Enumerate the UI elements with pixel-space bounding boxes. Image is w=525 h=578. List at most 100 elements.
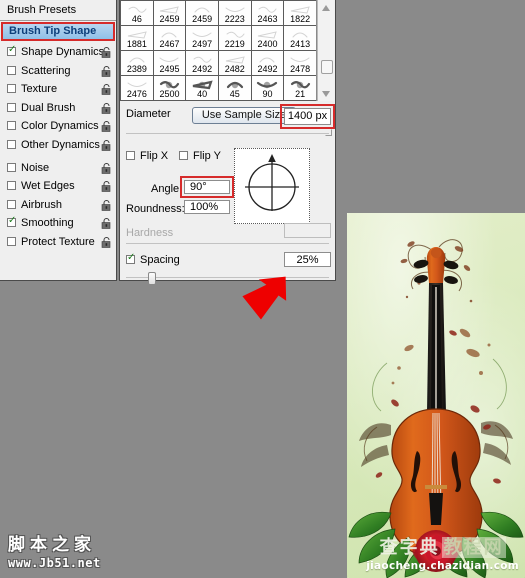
brush-preset-size: 46 bbox=[131, 14, 142, 24]
hardness-label: Hardness bbox=[126, 227, 174, 239]
scrollbar-thumb[interactable] bbox=[321, 60, 333, 74]
brush-preset-cell[interactable]: 46 bbox=[120, 0, 154, 26]
brush-preset-size: 2413 bbox=[290, 39, 311, 49]
lock-icon[interactable] bbox=[101, 139, 112, 151]
brush-preset-cell[interactable]: 2476 bbox=[120, 75, 154, 101]
flip-x-checkbox[interactable] bbox=[126, 151, 135, 160]
brush-preset-cell[interactable]: 45 bbox=[217, 75, 252, 101]
diameter-label: Diameter bbox=[126, 108, 171, 120]
brush-preset-size: 2500 bbox=[159, 89, 180, 99]
checkbox-shape-dynamics[interactable] bbox=[7, 44, 16, 56]
sidebar-item-label: Color Dynamics bbox=[21, 120, 99, 133]
spacing-control[interactable]: Spacing bbox=[126, 252, 180, 266]
brush-grid-row: 1881 2467 2497 2219 2400 2413 bbox=[120, 25, 316, 51]
brush-preset-cell[interactable]: 2495 bbox=[152, 50, 187, 76]
roundness-input[interactable]: 100% bbox=[184, 200, 230, 214]
diameter-slider-track[interactable] bbox=[126, 133, 329, 134]
sidebar-item-smoothing[interactable]: Smoothing bbox=[0, 214, 116, 233]
sidebar-item-shape-dynamics[interactable]: Shape Dynamics bbox=[0, 43, 116, 62]
scroll-down-arrow-icon[interactable] bbox=[318, 86, 335, 101]
lock-icon[interactable] bbox=[101, 84, 112, 95]
sidebar-item-label: Texture bbox=[21, 83, 58, 96]
brush-preset-cell[interactable]: 1822 bbox=[283, 0, 316, 26]
checkbox-wet-edges[interactable] bbox=[7, 181, 16, 191]
watermark-left-cn: 脚本之家 bbox=[8, 535, 96, 555]
brush-preset-size: 45 bbox=[229, 89, 240, 99]
lock-icon[interactable] bbox=[101, 47, 112, 58]
sidebar-item-protect-texture[interactable]: Protect Texture bbox=[0, 233, 116, 252]
lock-icon[interactable] bbox=[101, 199, 112, 211]
checkbox-scattering[interactable] bbox=[7, 65, 16, 75]
brush-preset-cell[interactable]: 2463 bbox=[250, 0, 285, 26]
brush-preset-cell[interactable]: 2500 bbox=[152, 75, 187, 101]
brush-preset-cell[interactable]: 40 bbox=[185, 75, 219, 101]
sidebar-item-scattering[interactable]: Scattering bbox=[0, 62, 116, 81]
lock-icon[interactable] bbox=[101, 65, 112, 77]
checkbox-color-dynamics[interactable] bbox=[7, 121, 16, 131]
resize-corner-icon bbox=[325, 129, 332, 136]
lock-icon[interactable] bbox=[101, 121, 112, 133]
lock-icon[interactable] bbox=[101, 236, 112, 248]
brush-preset-size: 90 bbox=[262, 89, 273, 99]
brush-preset-cell[interactable]: 21 bbox=[283, 75, 316, 101]
spacing-checkbox[interactable] bbox=[126, 252, 135, 264]
sidebar-item-dual-brush[interactable]: Dual Brush bbox=[0, 99, 116, 118]
diameter-input[interactable]: 1400 px bbox=[284, 108, 331, 125]
brush-preset-cell[interactable]: 2413 bbox=[283, 25, 316, 51]
brush-preset-size: 1881 bbox=[126, 39, 147, 49]
angle-dial-icon[interactable] bbox=[235, 149, 309, 223]
checkbox-other-dynamics[interactable] bbox=[7, 139, 16, 149]
lock-icon[interactable] bbox=[101, 218, 112, 230]
spacing-input[interactable]: 25% bbox=[284, 252, 331, 267]
brush-preset-size: 2492 bbox=[192, 64, 213, 74]
brush-preset-cell[interactable]: 2389 bbox=[120, 50, 154, 76]
checkbox-protect-texture[interactable] bbox=[7, 236, 16, 246]
hardness-slider-track bbox=[126, 243, 329, 244]
brush-preset-cell[interactable]: 2459 bbox=[185, 0, 219, 26]
angle-input[interactable]: 90° bbox=[184, 180, 230, 194]
sidebar-item-color-dynamics[interactable]: Color Dynamics bbox=[0, 117, 116, 136]
brush-preset-size: 2476 bbox=[126, 89, 147, 99]
brush-preset-cell[interactable]: 2497 bbox=[185, 25, 219, 51]
sidebar-item-noise[interactable]: Noise bbox=[0, 159, 116, 178]
brush-preset-cell[interactable]: 2219 bbox=[217, 25, 252, 51]
flip-x-control[interactable]: Flip X bbox=[126, 150, 168, 162]
checkbox-airbrush[interactable] bbox=[7, 199, 16, 209]
brush-preset-size: 2482 bbox=[224, 64, 245, 74]
lock-icon[interactable] bbox=[101, 102, 112, 114]
brush-preset-cell[interactable]: 2482 bbox=[217, 50, 252, 76]
scroll-up-arrow-icon[interactable] bbox=[318, 0, 335, 15]
brush-thumbnail-grid[interactable]: 46 2459 2459 2223 2463 1822 1881 2467 2497 2219 24… bbox=[120, 0, 317, 101]
spacing-slider-knob[interactable] bbox=[148, 272, 156, 285]
sidebar-item-brush-tip-shape[interactable]: Brush Tip Shape bbox=[3, 24, 113, 39]
brush-preset-cell[interactable]: 2459 bbox=[152, 0, 187, 26]
brush-preset-cell[interactable]: 2478 bbox=[283, 50, 316, 76]
flip-y-control[interactable]: Flip Y bbox=[179, 150, 221, 162]
sidebar-item-wet-edges[interactable]: Wet Edges bbox=[0, 177, 116, 196]
angle-label: Angle: bbox=[151, 183, 183, 195]
sidebar-item-label: Airbrush bbox=[21, 198, 62, 211]
brush-preset-cell[interactable]: 2492 bbox=[185, 50, 219, 76]
brush-preset-cell[interactable]: 1881 bbox=[120, 25, 154, 51]
brush-preset-cell[interactable]: 2492 bbox=[250, 50, 285, 76]
brush-grid-scrollbar[interactable] bbox=[317, 0, 334, 101]
brush-preset-cell[interactable]: 2467 bbox=[152, 25, 187, 51]
sidebar-item-other-dynamics[interactable]: Other Dynamics bbox=[0, 136, 116, 155]
brush-preset-cell[interactable]: 90 bbox=[250, 75, 285, 101]
brush-presets-header[interactable]: Brush Presets bbox=[0, 0, 116, 21]
watermark-right-cn: 查字典 教程网 bbox=[366, 533, 519, 559]
checkbox-noise[interactable] bbox=[7, 162, 16, 172]
brush-angle-preview[interactable] bbox=[234, 148, 310, 224]
lock-icon[interactable] bbox=[101, 181, 112, 192]
lock-icon[interactable] bbox=[101, 162, 112, 174]
checkbox-dual-brush[interactable] bbox=[7, 102, 16, 112]
sidebar-item-airbrush[interactable]: Airbrush bbox=[0, 196, 116, 215]
checkbox-smoothing[interactable] bbox=[7, 215, 16, 228]
brush-preset-cell[interactable]: 2400 bbox=[250, 25, 285, 51]
sidebar-item-texture[interactable]: Texture bbox=[0, 80, 116, 99]
flip-y-label: Flip Y bbox=[193, 150, 221, 162]
brush-preset-cell[interactable]: 2223 bbox=[217, 0, 252, 26]
checkbox-texture[interactable] bbox=[7, 84, 16, 94]
brush-preset-size: 2223 bbox=[224, 14, 245, 24]
flip-y-checkbox[interactable] bbox=[179, 151, 188, 160]
